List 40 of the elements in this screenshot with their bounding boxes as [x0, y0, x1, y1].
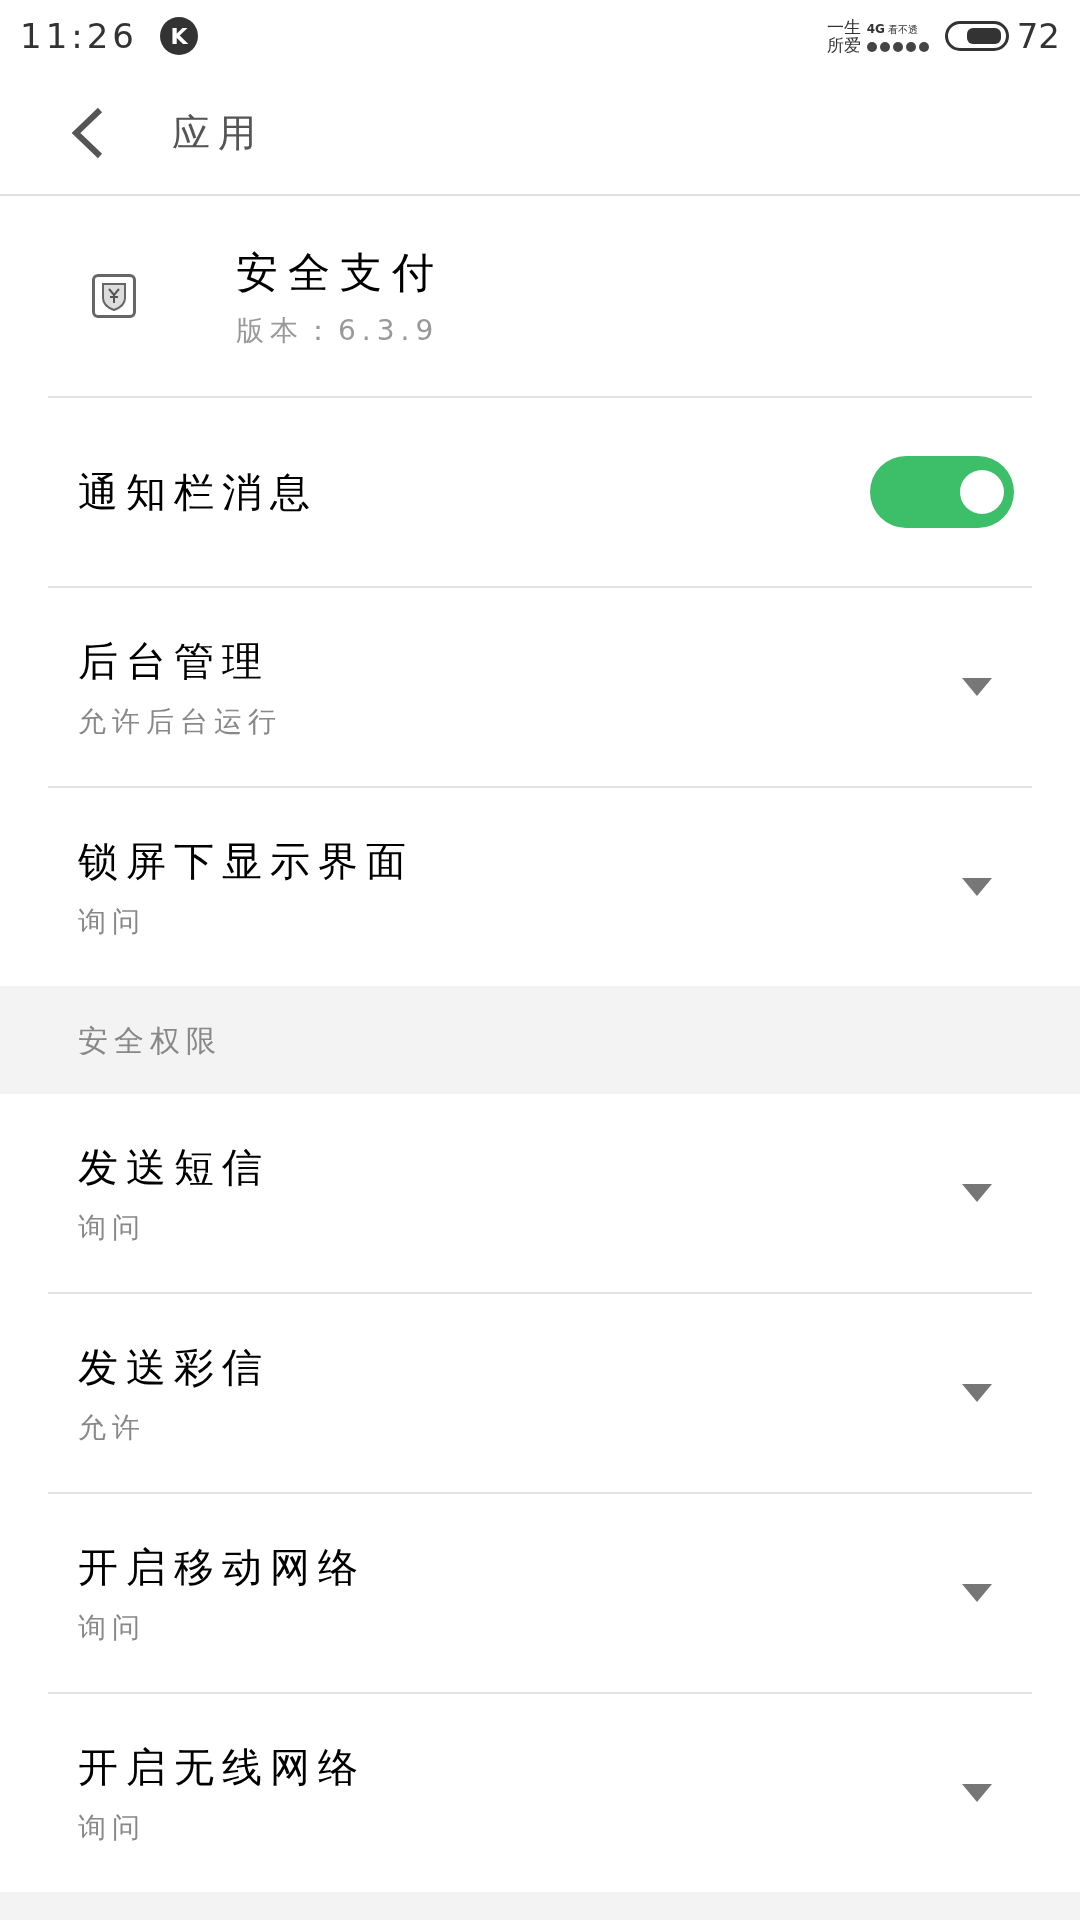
- setting-row[interactable]: 锁屏下显示界面 询问: [0, 788, 1080, 986]
- dropdown-caret-icon: [962, 1384, 992, 1402]
- setting-title: 后台管理: [78, 637, 271, 686]
- setting-value: 允许: [78, 1410, 147, 1446]
- setting-title: 发送彩信: [78, 1343, 271, 1392]
- dropdown-caret-icon: [962, 878, 992, 896]
- shield-icon: [92, 274, 136, 318]
- section-header: 安全权限: [78, 1021, 222, 1060]
- setting-title: 通知栏消息: [78, 468, 319, 517]
- app-version: 版本：6.3.9: [236, 312, 441, 349]
- status-time: 11:26: [20, 14, 138, 58]
- signal-icon: [866, 42, 929, 52]
- battery-level: 72: [1016, 14, 1060, 58]
- setting-row[interactable]: 发送短信 询问: [0, 1094, 1080, 1292]
- setting-value: 允许后台运行: [78, 704, 283, 740]
- setting-row[interactable]: 后台管理 允许后台运行: [0, 588, 1080, 786]
- setting-value: 询问: [78, 904, 147, 940]
- setting-title: 锁屏下显示界面: [78, 837, 415, 886]
- app-badge: K: [160, 17, 198, 55]
- page-title: 应用: [172, 109, 264, 157]
- setting-value: 询问: [78, 1210, 147, 1246]
- dropdown-caret-icon: [962, 1784, 992, 1802]
- setting-title: 开启无线网络: [78, 1743, 367, 1792]
- setting-row[interactable]: 发送彩信 允许: [0, 1294, 1080, 1492]
- dropdown-caret-icon: [962, 678, 992, 696]
- carrier-name: 所爱: [826, 36, 861, 54]
- setting-value: 询问: [78, 1610, 147, 1646]
- setting-row[interactable]: 通知栏消息: [0, 398, 1080, 586]
- dropdown-caret-icon: [962, 1184, 992, 1202]
- setting-row[interactable]: 开启移动网络 询问: [0, 1494, 1080, 1692]
- carrier-name: 一生: [826, 18, 861, 36]
- app-name: 安全支付: [236, 246, 444, 299]
- setting-value: 询问: [78, 1810, 147, 1846]
- dropdown-caret-icon: [962, 1584, 992, 1602]
- network-type: 4G: [866, 21, 885, 38]
- network-label: 看不透: [887, 22, 918, 37]
- setting-title: 开启移动网络: [78, 1543, 367, 1592]
- battery-icon: [944, 21, 1009, 51]
- setting-title: 发送短信: [78, 1143, 271, 1192]
- setting-row[interactable]: 开启无线网络 询问: [0, 1694, 1080, 1892]
